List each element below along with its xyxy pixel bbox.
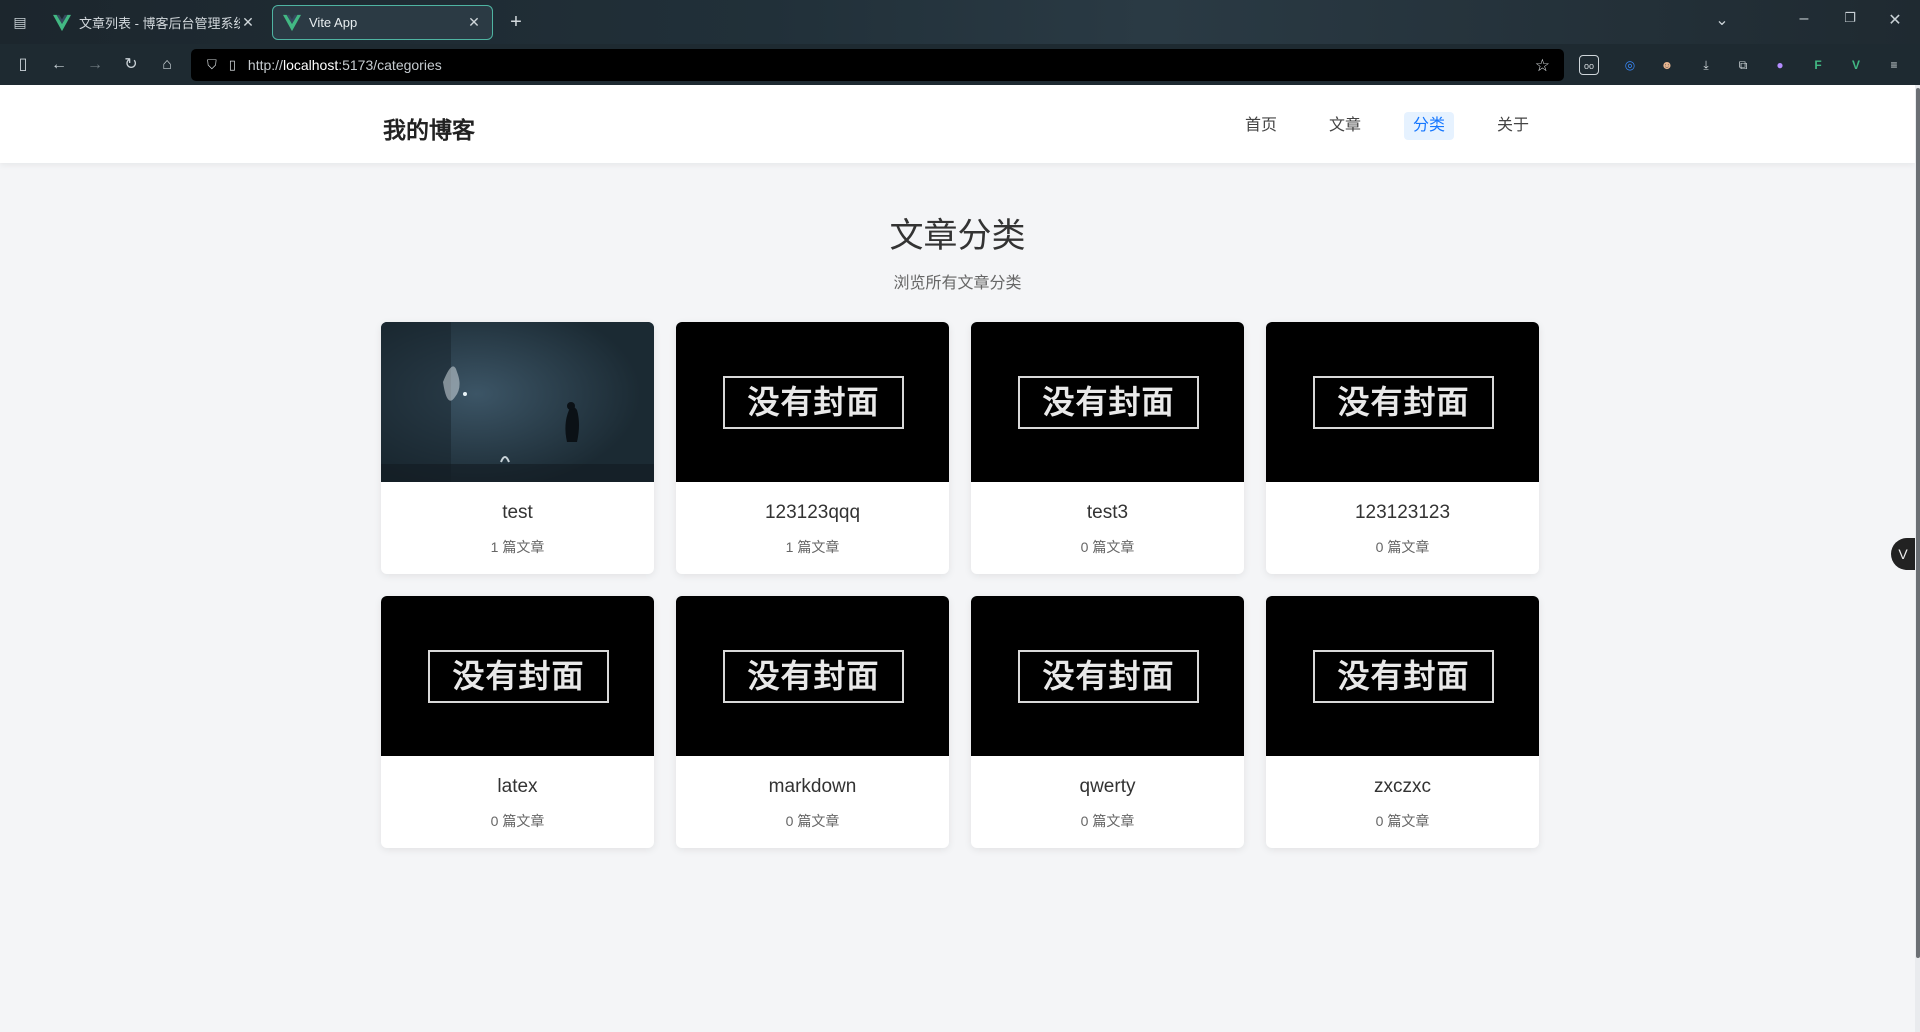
category-count: 0 篇文章 (1080, 813, 1135, 829)
home-icon[interactable]: ⌂ (156, 54, 178, 76)
cover-illustration (381, 322, 654, 482)
category-card[interactable]: 没有封面 latex 0 篇文章 (381, 596, 654, 848)
page-content: 我的博客 首页 文章 分类 关于 文章分类 浏览所有文章分类 test 1 篇文… (0, 85, 1915, 1032)
tab-label: Vite App (309, 15, 358, 30)
category-cover-placeholder: 没有封面 (971, 322, 1244, 482)
page-subtitle: 浏览所有文章分类 (893, 275, 1022, 292)
forward-icon[interactable]: → (84, 54, 106, 76)
extension-translate-icon[interactable]: ◎ (1620, 55, 1640, 75)
url-scheme: http:// (247, 57, 283, 73)
no-cover-label: 没有封面 (723, 376, 904, 429)
vue-logo-icon (283, 14, 301, 31)
nav-home[interactable]: 首页 (1236, 112, 1286, 140)
url-path: :5173/categories (338, 57, 442, 73)
category-card[interactable]: 没有封面 123123qqq 1 篇文章 (676, 322, 949, 574)
category-count: 1 篇文章 (490, 539, 545, 555)
nav-about[interactable]: 关于 (1488, 112, 1538, 140)
menu-icon[interactable]: ≡ (1884, 55, 1904, 75)
category-cover-placeholder: 没有封面 (381, 596, 654, 756)
sidebar-toggle-icon[interactable]: ▯ (12, 54, 34, 76)
url-host: localhost (282, 57, 339, 73)
category-cover-placeholder: 没有封面 (676, 596, 949, 756)
site-brand[interactable]: 我的博客 (383, 111, 475, 145)
category-count: 0 篇文章 (490, 813, 545, 829)
category-card[interactable]: 没有封面 123123123 0 篇文章 (1266, 322, 1539, 574)
bookmark-star-icon[interactable]: ☆ (1535, 56, 1550, 76)
category-cover-placeholder: 没有封面 (971, 596, 1244, 756)
reader-view-icon[interactable]: oo (1579, 55, 1599, 75)
window-close-icon[interactable]: ✕ (1881, 10, 1909, 30)
category-count: 0 篇文章 (1375, 539, 1430, 555)
category-name: markdown (768, 776, 857, 797)
new-tab-button[interactable]: + (505, 11, 527, 33)
vue-devtools-icon[interactable]: V (1846, 55, 1866, 75)
category-cover-placeholder: 没有封面 (676, 322, 949, 482)
browser-tab-bar: ▤ 文章列表 - 博客后台管理系统 ✕ Vite App ✕ + ⌄ – ❐ ✕ (0, 0, 1920, 44)
page-icon: ▯ (228, 57, 236, 72)
minimize-icon[interactable]: – (1790, 10, 1818, 28)
category-grid: test 1 篇文章 没有封面 123123qqq 1 篇文章 没有封面 tes… (381, 322, 1540, 852)
tab-label: 文章列表 - 博客后台管理系统 (79, 16, 240, 31)
extensions-icon[interactable]: ⧉ (1733, 55, 1753, 75)
category-cover-image (381, 322, 654, 482)
category-name: 123123123 (1354, 502, 1451, 523)
scrollbar-thumb[interactable] (1916, 88, 1920, 958)
category-card[interactable]: 没有封面 markdown 0 篇文章 (676, 596, 949, 848)
download-icon[interactable]: ⤓ (1696, 55, 1716, 75)
category-name: 123123qqq (764, 502, 861, 523)
nav-categories[interactable]: 分类 (1404, 112, 1455, 140)
no-cover-label: 没有封面 (1018, 376, 1199, 429)
close-icon[interactable]: ✕ (240, 14, 256, 31)
category-name: test (502, 502, 533, 523)
extension-avatar-icon[interactable]: ☻ (1657, 55, 1677, 75)
category-cover-placeholder: 没有封面 (1266, 322, 1539, 482)
no-cover-label: 没有封面 (1313, 650, 1494, 703)
category-name: qwerty (1079, 776, 1136, 797)
category-name: test3 (1086, 502, 1129, 523)
shield-icon[interactable]: ⛉ (207, 57, 217, 73)
back-icon[interactable]: ← (48, 54, 70, 76)
chevron-down-icon[interactable]: ⌄ (1708, 10, 1736, 30)
site-header: 我的博客 首页 文章 分类 关于 (0, 85, 1915, 163)
page-title: 文章分类 (889, 217, 1026, 255)
category-card[interactable]: 没有封面 qwerty 0 篇文章 (971, 596, 1244, 848)
category-count: 0 篇文章 (1375, 813, 1430, 829)
category-name: zxczxc (1374, 776, 1431, 797)
no-cover-label: 没有封面 (1313, 376, 1494, 429)
vue-devtools-float-button[interactable]: V (1891, 538, 1915, 570)
no-cover-label: 没有封面 (1018, 650, 1199, 703)
vue-logo-icon (53, 14, 71, 31)
address-bar[interactable]: ⛉ ▯ http://localhost:5173/categories ☆ (191, 49, 1564, 81)
category-count: 0 篇文章 (1080, 539, 1135, 555)
browser-nav-bar: ▯ ← → ↻ ⌂ ⛉ ▯ http://localhost:5173/cate… (0, 44, 1920, 85)
category-card[interactable]: 没有封面 zxczxc 0 篇文章 (1266, 596, 1539, 848)
category-card[interactable]: test 1 篇文章 (381, 322, 654, 574)
category-count: 1 篇文章 (785, 539, 840, 555)
category-name: latex (497, 776, 538, 797)
no-cover-label: 没有封面 (428, 650, 609, 703)
reload-icon[interactable]: ↻ (120, 54, 142, 76)
tab-vite-app[interactable]: Vite App ✕ (272, 5, 493, 40)
no-cover-label: 没有封面 (723, 650, 904, 703)
extension-purple-icon[interactable]: ● (1770, 55, 1790, 75)
tab-list-icon[interactable]: ▤ (10, 12, 30, 32)
category-cover-placeholder: 没有封面 (1266, 596, 1539, 756)
tab-article-list[interactable]: 文章列表 - 博客后台管理系统 ✕ (43, 5, 266, 40)
nav-articles[interactable]: 文章 (1320, 112, 1370, 140)
category-count: 0 篇文章 (785, 813, 840, 829)
category-card[interactable]: 没有封面 test3 0 篇文章 (971, 322, 1244, 574)
close-icon[interactable]: ✕ (466, 14, 482, 31)
extension-f-icon[interactable]: F (1808, 55, 1828, 75)
restore-icon[interactable]: ❐ (1836, 10, 1864, 26)
